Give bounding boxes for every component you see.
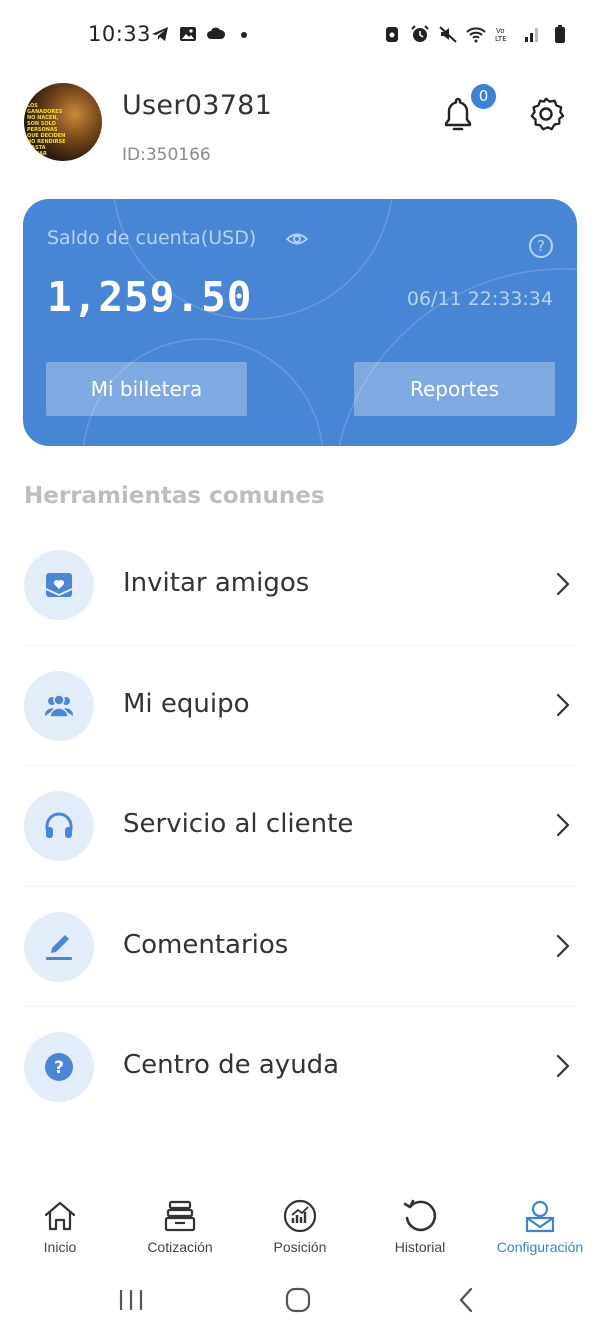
status-time: 10:33: [88, 22, 152, 46]
lock-icon: [386, 27, 398, 42]
list-item-invite-friends[interactable]: Invitar amigos: [24, 525, 576, 646]
signal-icon: [525, 28, 538, 42]
wifi-icon: [466, 27, 486, 43]
icon-circle: ?: [24, 1032, 94, 1102]
nav-item-quote[interactable]: Cotización: [120, 1192, 240, 1262]
notification-badge: 0: [471, 84, 496, 109]
avatar-text: LOS GANADORES NO NACEN, SON SOLO PERSONA…: [27, 103, 66, 157]
reports-button[interactable]: Reportes: [354, 362, 555, 416]
pen-icon: [46, 934, 72, 960]
nav-label: Configuración: [496, 1239, 584, 1255]
battery-icon: [555, 25, 565, 43]
quote-icon: [164, 1200, 196, 1232]
status-right-icons: Vo LTE: [382, 24, 570, 44]
nav-item-history[interactable]: Historial: [360, 1192, 480, 1262]
list-item-label: Centro de ayuda: [123, 1050, 340, 1080]
icon-circle: [24, 911, 94, 982]
chevron-right-icon: [556, 1054, 570, 1078]
username: User03781: [122, 90, 273, 121]
chevron-right-icon: [556, 934, 570, 957]
team-icon: [44, 693, 74, 718]
invite-envelope-icon: [45, 573, 73, 597]
nav-label: Inicio: [43, 1239, 77, 1255]
account-balance: 1,259.50: [47, 273, 253, 321]
tools-list: Invitar amigos Mi equipo Servicio al cli…: [0, 525, 600, 1128]
nav-label: Posición: [273, 1239, 327, 1255]
status-bar: 10:33 Vo LTE: [0, 0, 600, 72]
position-chart-icon: [283, 1199, 317, 1233]
nav-item-settings[interactable]: Configuración: [480, 1192, 600, 1262]
svg-text:LTE: LTE: [495, 35, 507, 43]
recent-apps-icon[interactable]: [116, 1285, 146, 1315]
list-item-help-center[interactable]: ? Centro de ayuda: [24, 1007, 576, 1128]
system-nav-bar: [0, 1275, 600, 1333]
svg-text:Vo: Vo: [496, 27, 505, 35]
eye-icon[interactable]: [286, 230, 308, 248]
profile-settings-icon: [525, 1200, 555, 1233]
status-left-icons: [150, 24, 254, 44]
home-circle-icon[interactable]: [283, 1285, 313, 1315]
gear-icon[interactable]: [527, 95, 565, 133]
help-circle-icon[interactable]: ?: [529, 234, 553, 258]
bell-icon[interactable]: [440, 95, 476, 135]
balance-card: Saldo de cuenta(USD) ? 1,259.50 06/11 22…: [23, 199, 577, 446]
bottom-nav: Inicio Cotización Posición Historial Con…: [0, 1192, 600, 1262]
chevron-right-icon: [556, 693, 570, 716]
nav-label: Cotización: [147, 1239, 213, 1255]
home-icon: [44, 1201, 76, 1231]
chevron-right-icon: [556, 813, 570, 837]
history-icon: [403, 1199, 437, 1232]
nav-item-home[interactable]: Inicio: [0, 1192, 120, 1262]
balance-datetime: 06/11 22:33:34: [406, 288, 553, 310]
mute-icon: [439, 26, 457, 43]
headset-icon: [45, 812, 73, 838]
nav-item-position[interactable]: Posición: [240, 1192, 360, 1262]
telegram-icon: [152, 27, 168, 41]
svg-text:?: ?: [54, 1058, 64, 1078]
wallet-button[interactable]: Mi billetera: [46, 362, 247, 416]
list-item-label: Mi equipo: [123, 688, 250, 719]
list-item-label: Comentarios: [123, 929, 289, 960]
list-item-comments[interactable]: Comentarios: [24, 887, 576, 1007]
list-item-my-team[interactable]: Mi equipo: [24, 646, 576, 766]
volte-icon: VoLTE: [495, 27, 507, 43]
balance-label: Saldo de cuenta(USD): [47, 227, 257, 249]
icon-circle: [24, 550, 94, 620]
list-item-label: Servicio al cliente: [123, 809, 354, 839]
dot-icon: [241, 32, 247, 38]
help-icon: ?: [45, 1053, 73, 1081]
section-title: Herramientas comunes: [24, 483, 325, 509]
user-id: ID:350166: [122, 145, 211, 165]
list-item-customer-service[interactable]: Servicio al cliente: [24, 766, 576, 887]
image-icon: [180, 27, 196, 41]
chevron-right-icon: [556, 572, 570, 596]
icon-circle: [24, 670, 94, 741]
avatar[interactable]: LOS GANADORES NO NACEN, SON SOLO PERSONA…: [24, 83, 102, 161]
back-icon[interactable]: [452, 1285, 482, 1315]
alarm-icon: [411, 25, 429, 42]
nav-label: Historial: [394, 1239, 446, 1255]
icon-circle: [24, 791, 94, 861]
cloud-icon: [207, 27, 226, 39]
list-item-label: Invitar amigos: [123, 568, 310, 598]
